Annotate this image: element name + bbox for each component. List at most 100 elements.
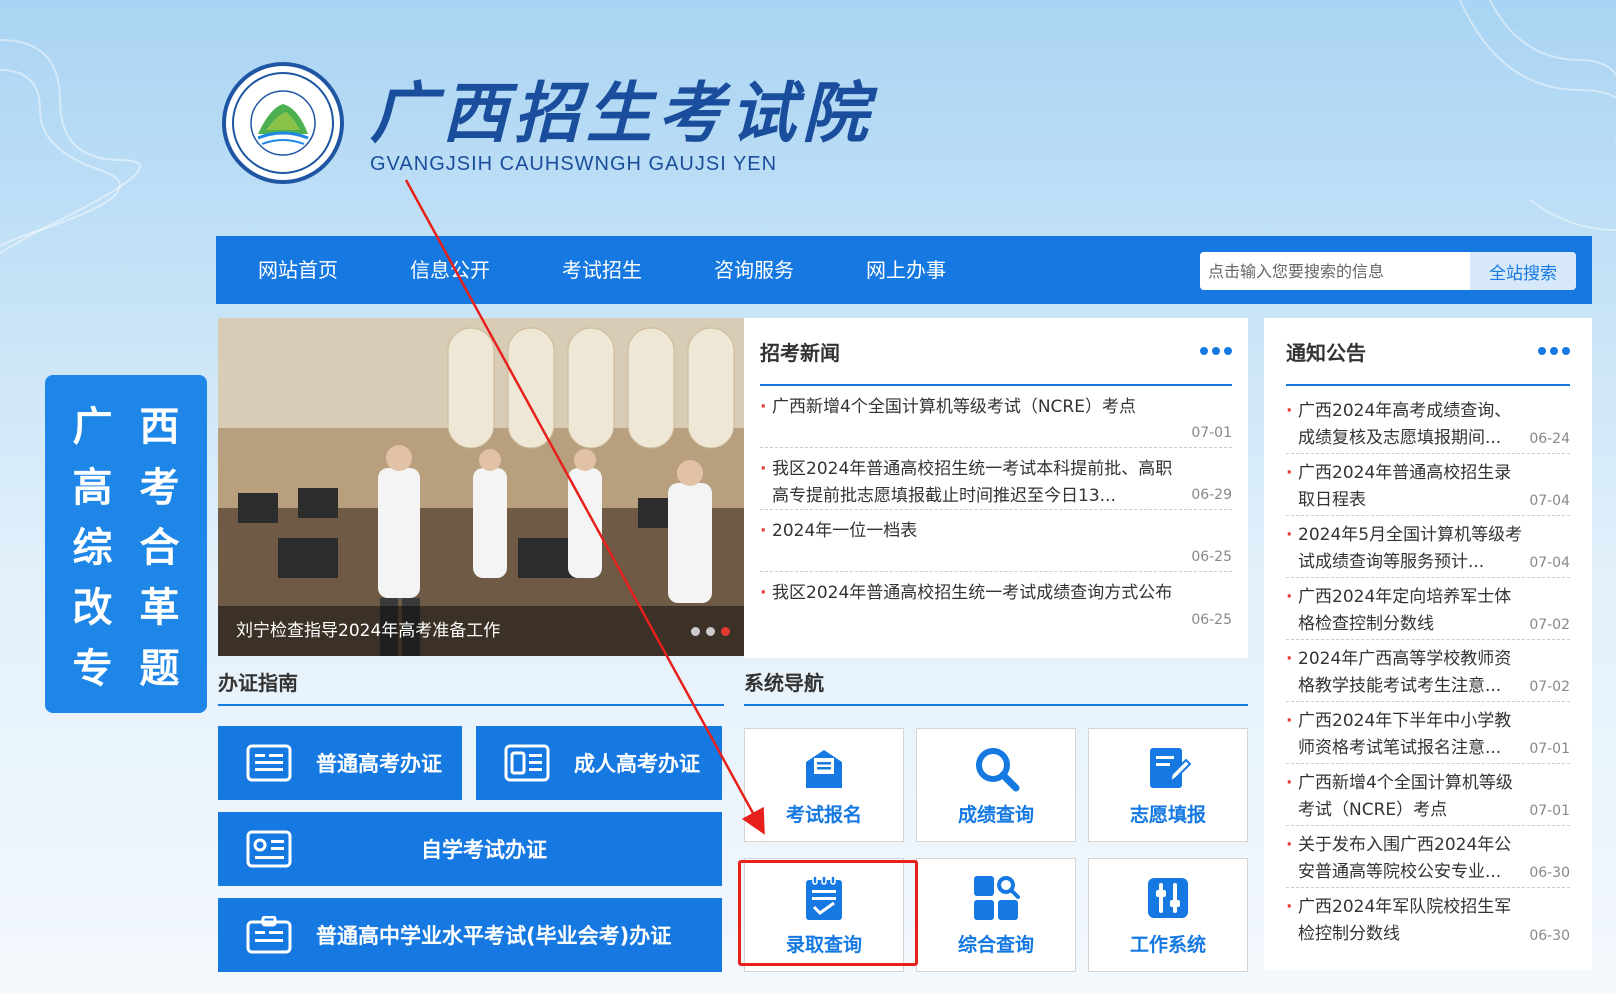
notice-item-title[interactable]: 2024年5月全国计算机等级考试成绩查询等服务预计... [1286,522,1570,576]
tile-comprehensive-query[interactable]: 综合查询 [916,858,1076,972]
tile-label: 志愿填报 [1129,803,1206,826]
guide-button-label: 成人高考办证 [574,752,700,776]
side-card-char: 合 [139,523,180,571]
id-card-icon [246,830,292,868]
news-panel-title: 招考新闻 [760,340,840,365]
side-card-char: 综 [72,523,113,571]
tile-label: 考试报名 [785,803,862,826]
tile-admission-query[interactable]: 录取查询 [744,858,904,972]
news-panel: 招考新闻 广西新增4个全国计算机等级考试（NCRE）考点 07-01 我区202… [744,318,1248,658]
nav-item-online[interactable]: 网上办事 [830,236,982,304]
tile-label: 录取查询 [785,933,862,956]
news-photo-slider[interactable]: 刘宁检查指导2024年高考准备工作 [218,318,744,656]
more-icon[interactable] [1200,347,1232,355]
notice-item-title[interactable]: 2024年广西高等学校教师资格教学技能考试考生注意... [1286,646,1570,700]
notice-item-date: 07-01 [1529,803,1570,819]
notice-panel: 通知公告 广西2024年高考成绩查询、成绩复核及志愿填报期间... 06-24 … [1264,318,1592,970]
slider-dots [691,627,730,636]
notice-item-date: 07-01 [1529,741,1570,757]
notice-list: 广西2024年高考成绩查询、成绩复核及志愿填报期间... 06-24 广西202… [1286,386,1570,950]
side-card-char: 题 [139,644,180,692]
slider-dot[interactable] [691,627,700,636]
guide-button-label: 普通高考办证 [316,752,442,776]
tile-label: 成绩查询 [957,803,1034,826]
nav-item-exams[interactable]: 考试招生 [526,236,678,304]
edit-form-icon [1150,747,1192,788]
news-item-date: 06-25 [1191,612,1232,628]
notice-item-title[interactable]: 广西2024年军队院校招生军检控制分数线 [1286,894,1570,948]
notice-item-title[interactable]: 关于发布入围广西2024年公安普通高等院校公安专业... [1286,832,1570,886]
notice-item[interactable]: 2024年5月全国计算机等级考试成绩查询等服务预计... 07-04 [1286,516,1570,578]
search-input[interactable] [1200,252,1470,290]
news-panel-header: 招考新闻 [760,318,1232,386]
news-item-title[interactable]: 广西新增4个全国计算机等级考试（NCRE）考点 [760,394,1232,421]
notice-item[interactable]: 广西2024年高考成绩查询、成绩复核及志愿填报期间... 06-24 [1286,392,1570,454]
notice-item-title[interactable]: 广西2024年下半年中小学教师资格考试笔试报名注意... [1286,708,1570,762]
notice-item-date: 07-02 [1529,679,1570,695]
more-icon[interactable] [1538,347,1570,355]
notice-item[interactable]: 广西2024年定向培养军士体格检查控制分数线 07-02 [1286,578,1570,640]
notice-item-title[interactable]: 广西2024年高考成绩查询、成绩复核及志愿填报期间... [1286,398,1570,452]
notice-item[interactable]: 广西2024年普通高校招生录取日程表 07-04 [1286,454,1570,516]
news-item[interactable]: 我区2024年普通高校招生统一考试成绩查询方式公布 06-25 [760,572,1232,634]
grid-search-icon [974,875,1020,920]
guide-button-self-study[interactable]: 自学考试办证 [218,812,722,886]
tile-exam-signup[interactable]: 考试报名 [744,728,904,842]
tile-score-query[interactable]: 成绩查询 [916,728,1076,842]
guide-section-title: 办证指南 [218,660,724,706]
side-card-char: 革 [139,584,180,632]
news-item[interactable]: 我区2024年普通高校招生统一考试本科提前批、高职高专提前批志愿填报截止时间推迟… [760,448,1232,510]
notice-item-date: 06-30 [1529,865,1570,881]
notice-item[interactable]: 广西新增4个全国计算机等级考试（NCRE）考点 07-01 [1286,764,1570,826]
site-subtitle: GVANGJSIH CAUHSWNGH GAUJSI YEN [370,153,778,175]
side-card-char: 广 [72,403,113,451]
search-box: 全站搜索 [1200,252,1576,290]
tile-work-system[interactable]: 工作系统 [1088,858,1248,972]
photo-caption[interactable]: 刘宁检查指导2024年高考准备工作 [218,606,744,656]
notice-item[interactable]: 广西2024年军队院校招生军检控制分数线 06-30 [1286,888,1570,950]
guide-button-highschool[interactable]: 普通高中学业水平考试(毕业会考)办证 [218,898,722,972]
notice-panel-header: 通知公告 [1286,318,1570,386]
slider-dot[interactable] [706,627,715,636]
news-item-title[interactable]: 2024年一位一档表 [760,518,1232,545]
news-item-title[interactable]: 我区2024年普通高校招生统一考试本科提前批、高职高专提前批志愿填报截止时间推迟… [760,456,1232,510]
news-item[interactable]: 广西新增4个全国计算机等级考试（NCRE）考点 07-01 [760,386,1232,448]
main-nav: 网站首页 信息公开 考试招生 咨询服务 网上办事 全站搜索 [216,236,1592,304]
notice-item-title[interactable]: 广西新增4个全国计算机等级考试（NCRE）考点 [1286,770,1570,824]
side-card-char: 考 [139,463,180,511]
guide-button-adult[interactable]: 成人高考办证 [476,726,722,800]
news-item[interactable]: 2024年一位一档表 06-25 [760,510,1232,572]
notice-item[interactable]: 广西2024年下半年中小学教师资格考试笔试报名注意... 07-01 [1286,702,1570,764]
news-item-title[interactable]: 我区2024年普通高校招生统一考试成绩查询方式公布 [760,580,1232,607]
nav-item-home[interactable]: 网站首页 [216,236,374,304]
site-title: 广西招生考试院 [370,74,874,152]
notice-item-date: 07-04 [1529,493,1570,509]
slider-dot-active[interactable] [721,627,730,636]
notice-item-title[interactable]: 广西2024年普通高校招生录取日程表 [1286,460,1570,514]
search-button[interactable]: 全站搜索 [1470,252,1576,290]
notice-item[interactable]: 关于发布入围广西2024年公安普通高等院校公安专业... 06-30 [1286,826,1570,888]
search-icon [976,747,1020,791]
special-topic-card[interactable]: 广 西 高 考 综 合 改 革 专 题 [45,375,207,713]
system-nav-section-title: 系统导航 [744,660,1248,706]
notice-panel-title: 通知公告 [1286,340,1366,365]
nav-item-info[interactable]: 信息公开 [374,236,526,304]
notice-item[interactable]: 2024年广西高等学校教师资格教学技能考试考生注意... 07-02 [1286,640,1570,702]
notice-item-title[interactable]: 广西2024年定向培养军士体格检查控制分数线 [1286,584,1570,638]
logo-seal[interactable] [222,62,344,184]
side-card-char: 高 [72,463,113,511]
sliders-icon [1148,877,1188,918]
side-card-char: 专 [72,644,113,692]
tile-volunteer-fill[interactable]: 志愿填报 [1088,728,1248,842]
news-item-date: 06-25 [1191,549,1232,565]
guide-button-gaokao[interactable]: 普通高考办证 [218,726,462,800]
tile-label: 综合查询 [957,933,1034,956]
id-card-icon [504,744,550,782]
notice-item-date: 06-24 [1529,431,1570,447]
notice-item-date: 07-02 [1529,617,1570,633]
exam-signup-icon [806,749,842,788]
admission-clipboard-icon [806,874,842,920]
id-card-icon [246,744,292,782]
nav-item-consult[interactable]: 咨询服务 [678,236,830,304]
side-card-char: 西 [139,403,180,451]
